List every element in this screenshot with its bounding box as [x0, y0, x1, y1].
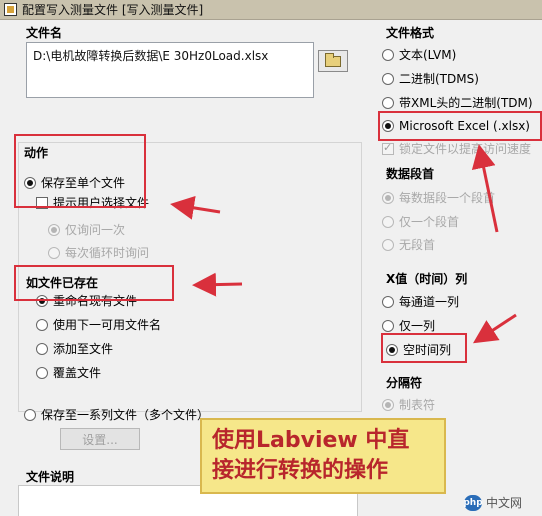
arrow-to-if-exists: [192, 272, 243, 297]
callout-line-1: 使用Labview 中直: [212, 428, 410, 453]
arrow-to-action: [170, 195, 221, 220]
arrow-to-xlsx: [471, 144, 499, 233]
php-logo-icon: php: [463, 494, 483, 511]
watermark-text: 中文网: [486, 496, 523, 510]
annotation-callout: 使用Labview 中直 接进行转换的操作: [200, 418, 446, 494]
callout-line-2: 接进行转换的操作: [212, 458, 389, 483]
arrow-to-empty-time: [472, 313, 517, 344]
watermark: php 中文网: [463, 494, 523, 511]
